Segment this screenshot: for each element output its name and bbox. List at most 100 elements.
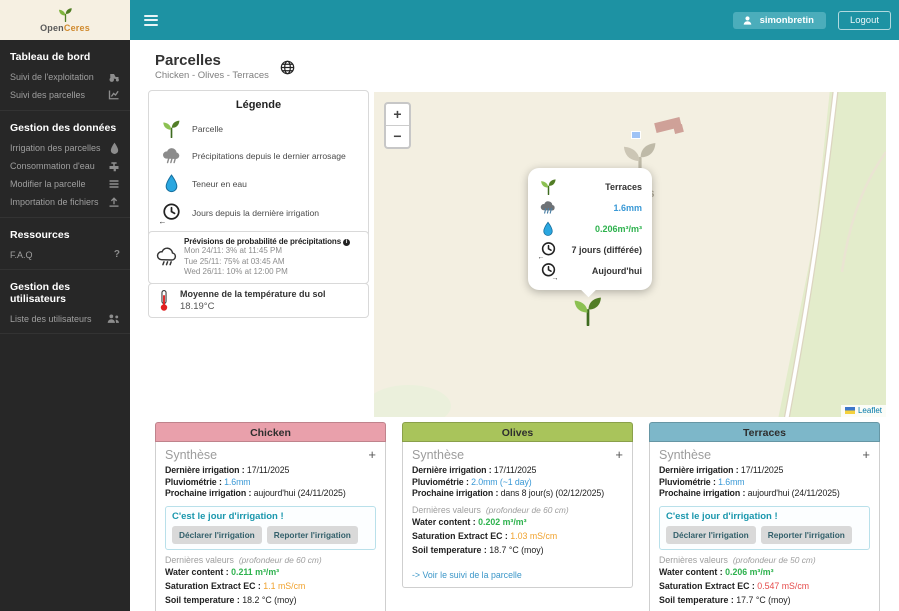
popup-row-rain: 1.6mm xyxy=(538,197,642,218)
rain-forecast-icon xyxy=(156,247,177,266)
brand-logo[interactable]: OpenCeres xyxy=(0,0,130,40)
breadcrumb: Chicken - Olives - Terraces xyxy=(155,70,269,81)
question-icon: ? xyxy=(113,249,120,260)
popup-row-days-since: ← 7 jours (différée) xyxy=(538,239,642,261)
sidebar-item-modifier-parcelle[interactable]: Modifier la parcelle xyxy=(0,175,130,193)
map-attribution: Leaflet xyxy=(840,405,886,417)
pluviometrie-row: Pluviométrie : 1.6mm xyxy=(659,476,745,487)
page-head: Parcelles Chicken - Olives - Terraces xyxy=(155,53,295,81)
sidebar-item-importation-fichiers[interactable]: Importation de fichiers xyxy=(0,193,130,211)
sidebar-section-title: Ressources xyxy=(10,229,70,241)
alert-text: C'est le jour d'irrigation ! xyxy=(172,510,284,522)
map[interactable]: Olives Terraces 1.6mm 0.206m³/m³ ← 7 jou… xyxy=(374,92,886,417)
declare-irrigation-button[interactable]: Déclarer l'irrigation xyxy=(666,525,756,544)
sidebar-section-resources: Ressources F.A.Q ? xyxy=(0,218,130,270)
sidebar-item-liste-utilisateurs[interactable]: Liste des utilisateurs xyxy=(0,310,130,327)
seedling-icon xyxy=(574,297,601,327)
user-chip[interactable]: simonbretin xyxy=(732,11,826,29)
card-title: Olives xyxy=(402,422,633,442)
faucet-icon xyxy=(109,162,119,172)
last-irrigation-row: Dernière irrigation : 17/11/2025 xyxy=(165,465,290,475)
username: simonbretin xyxy=(759,14,814,26)
last-values-heading: Dernières valeurs (profondeur de 50 cm) xyxy=(659,554,816,565)
expand-plus-button[interactable]: + xyxy=(368,448,376,461)
pluviometrie-row: Pluviométrie : 2.0mm (~1 day) xyxy=(412,476,532,487)
next-irrigation-row: Prochaine irrigation : aujourd'hui (24/1… xyxy=(659,488,840,498)
chart-line-icon xyxy=(108,90,119,100)
expand-plus-button[interactable]: + xyxy=(862,448,870,461)
water-content-row: Water content : 0.211 m³/m³ xyxy=(165,566,280,577)
popup-row-water: 0.206m³/m³ xyxy=(538,218,642,239)
seedling-icon xyxy=(162,120,179,138)
sidebar-item-suivi-exploitation[interactable]: Suivi de l'exploitation xyxy=(0,68,130,86)
last-values-heading: Dernières valeurs (profondeur de 60 cm) xyxy=(412,504,569,515)
forecast-line: Tue 25/11: 75% at 03:45 AM xyxy=(184,256,285,266)
zoom-out-button[interactable]: − xyxy=(386,126,409,147)
user-icon xyxy=(743,15,751,25)
parcel-follow-link[interactable]: -> Voir le suivi de la parcelle xyxy=(412,570,623,580)
declare-irrigation-button[interactable]: Déclarer l'irrigation xyxy=(172,525,262,544)
topbar: simonbretin Logout xyxy=(130,0,899,40)
popup-parcel-name: Terraces xyxy=(605,181,642,192)
sidebar-section-title: Tableau de bord xyxy=(10,51,91,63)
map-popup-terraces: Terraces 1.6mm 0.206m³/m³ ← 7 jours (dif… xyxy=(528,168,652,290)
list-icon xyxy=(109,180,119,188)
report-irrigation-button[interactable]: Reporter l'irrigation xyxy=(760,525,852,544)
hamburger-menu-icon[interactable] xyxy=(144,12,158,28)
alert-text: C'est le jour d'irrigation ! xyxy=(666,510,778,522)
card-title: Terraces xyxy=(649,422,880,442)
expand-plus-button[interactable]: + xyxy=(615,448,623,461)
rain-cloud-icon xyxy=(162,148,179,164)
synthese-heading: Synthèse xyxy=(659,448,712,462)
last-irrigation-row: Dernière irrigation : 17/11/2025 xyxy=(412,465,537,475)
globe-icon[interactable] xyxy=(280,60,295,75)
popup-days-since-value: 7 jours (différée) xyxy=(571,244,642,255)
terraces-marker[interactable] xyxy=(571,295,605,331)
water-content-row: Water content : 0.202 m³/m³ xyxy=(412,516,527,527)
popup-row-parcel: Terraces xyxy=(538,176,642,197)
legend-item-parcelle: Parcelle xyxy=(159,119,358,138)
tractor-icon xyxy=(109,74,119,82)
popup-rain-value: 1.6mm xyxy=(613,202,642,213)
ec-row: Saturation Extract EC : 1.03 mS/cm xyxy=(412,530,558,541)
popup-water-value: 0.206m³/m³ xyxy=(594,223,642,234)
map-pool xyxy=(631,131,641,139)
soil-temperature-panel: Moyenne de la température du sol 18.19°C xyxy=(148,283,369,318)
soil-temperature-row: Soil temperature : 18.7 °C (moy) xyxy=(412,544,544,555)
last-values-heading: Dernières valeurs (profondeur de 60 cm) xyxy=(165,554,322,565)
sidebar-section-users: Gestion des utilisateurs Liste des utili… xyxy=(0,270,130,334)
upload-icon xyxy=(109,197,119,207)
sidebar-item-irrigation-parcelles[interactable]: Irrigation des parcelles xyxy=(0,139,130,157)
seedling-logo-icon xyxy=(58,8,72,22)
irrigation-day-alert: C'est le jour d'irrigation ! Déclarer l'… xyxy=(165,505,376,550)
sidebar-section-data: Gestion des données Irrigation des parce… xyxy=(0,111,130,218)
app-root: OpenCeres Tableau de bord Suivi de l'exp… xyxy=(0,0,899,611)
soil-temperature-row: Soil temperature : 18.2 °C (moy) xyxy=(165,594,297,605)
map-zoom-control: + − xyxy=(384,102,411,149)
sidebar-item-consommation-eau[interactable]: Consommation d'eau xyxy=(0,157,130,175)
rain-cloud-icon xyxy=(540,200,555,214)
popup-days-next-value: Aujourd'hui xyxy=(591,265,642,276)
brand-name: OpenCeres xyxy=(40,23,90,33)
logout-button[interactable]: Logout xyxy=(837,10,891,30)
water-content-row: Water content : 0.206 m³/m³ xyxy=(659,566,774,577)
thermometer-icon xyxy=(160,290,168,311)
report-irrigation-button[interactable]: Reporter l'irrigation xyxy=(266,525,358,544)
legend-title: Légende xyxy=(235,99,282,111)
card-title: Chicken xyxy=(155,422,386,442)
sidebar-item-suivi-parcelles[interactable]: Suivi des parcelles xyxy=(0,86,130,104)
legend-item-jours-depuis: ← Jours depuis la dernière irrigation xyxy=(159,202,358,226)
next-irrigation-row: Prochaine irrigation : dans 8 jour(s) (0… xyxy=(412,488,605,498)
soil-temp-value: 18.19°C xyxy=(180,301,215,312)
zoom-in-button[interactable]: + xyxy=(386,104,409,126)
water-drop-icon xyxy=(165,174,177,193)
ec-row: Saturation Extract EC : 1.1 mS/cm xyxy=(165,580,306,591)
leaflet-attribution-link[interactable]: Leaflet xyxy=(858,406,882,415)
droplet-icon xyxy=(110,142,119,154)
sidebar-section-dashboard: Tableau de bord Suivi de l'exploitation … xyxy=(0,40,130,111)
legend-item-precipitations: Précipitations depuis le dernier arrosag… xyxy=(159,147,358,165)
info-icon[interactable]: i xyxy=(343,238,351,246)
sidebar-item-faq[interactable]: F.A.Q ? xyxy=(0,246,130,263)
soil-temp-label: Moyenne de la température du sol xyxy=(180,289,326,299)
ec-row: Saturation Extract EC : 0.547 mS/cm xyxy=(659,580,810,591)
